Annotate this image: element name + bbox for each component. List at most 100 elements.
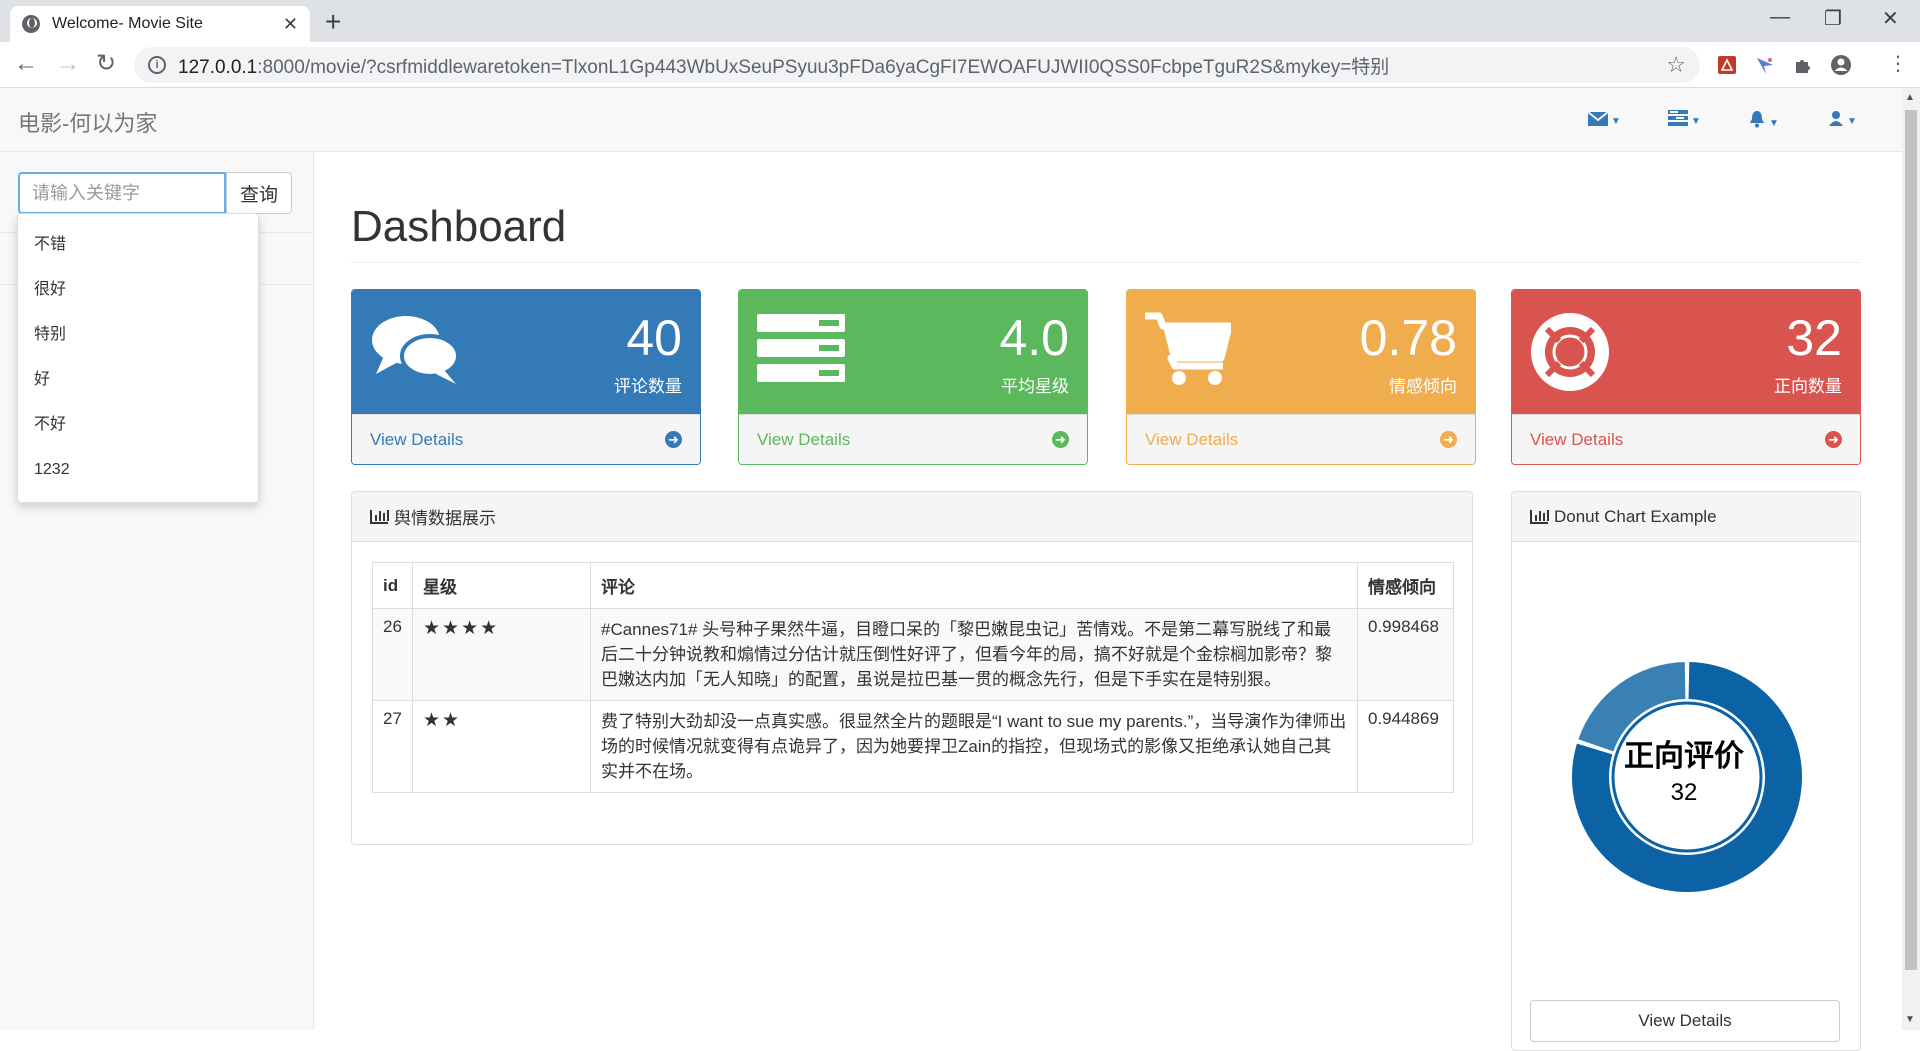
- tasks-icon: [757, 314, 845, 382]
- profile-avatar-icon[interactable]: [1830, 54, 1852, 76]
- stat-panel-footer[interactable]: View Details ➜: [1512, 414, 1860, 464]
- panel-heading: 舆情数据展示: [352, 492, 1472, 542]
- scroll-down-icon[interactable]: ▼: [1905, 1014, 1915, 1025]
- stat-panel-heading: 40 评论数量: [352, 290, 700, 414]
- stat-panel-heading: 4.0 平均星级: [739, 290, 1087, 414]
- top-navbar: 电影-何以为家 ▼ ▼ ▼ ▼: [0, 88, 1902, 152]
- search-input[interactable]: [18, 172, 226, 214]
- search-suggestion-dropdown: 不错 很好 特别 好 不好 1232: [17, 213, 259, 503]
- url-field[interactable]: i 127.0.0.1:8000/movie/?csrfmiddlewareto…: [134, 47, 1700, 83]
- tab-title: Welcome- Movie Site: [52, 15, 203, 32]
- stat-panel-comments: 40 评论数量 View Details ➜: [351, 289, 701, 465]
- forward-arrow-icon[interactable]: →: [56, 50, 80, 78]
- puzzle-icon[interactable]: [1792, 54, 1814, 76]
- column-header-sentiment[interactable]: 情感倾向: [1357, 562, 1454, 609]
- main-content: Dashboard 40 评论数量 View Details ➜ 4.0 平均星…: [315, 152, 1902, 1051]
- new-tab-button[interactable]: +: [325, 8, 341, 36]
- cell-sentiment: 0.944869: [1357, 700, 1454, 793]
- view-details-link[interactable]: View Details: [370, 430, 463, 450]
- comments-icon: [372, 316, 460, 384]
- stat-panel-footer[interactable]: View Details ➜: [739, 414, 1087, 464]
- tab-close-icon[interactable]: ✕: [283, 14, 298, 35]
- reload-icon[interactable]: ↻: [96, 50, 116, 78]
- stat-label: 评论数量: [614, 377, 682, 396]
- column-header-id[interactable]: id: [372, 562, 413, 609]
- suggestion-item[interactable]: 好: [18, 357, 258, 402]
- title-divider: [351, 262, 1861, 263]
- arrow-circle-right-icon[interactable]: ➜: [665, 431, 682, 448]
- cell-stars: ★★: [412, 700, 591, 793]
- suggestion-item[interactable]: 1232: [18, 447, 258, 492]
- stat-panel-footer[interactable]: View Details ➜: [1127, 414, 1475, 464]
- donut-inner-ring: [1611, 701, 1763, 853]
- stat-value: 4.0: [999, 310, 1069, 366]
- suggestion-item[interactable]: 特别: [18, 312, 258, 357]
- site-info-icon[interactable]: i: [148, 56, 166, 74]
- cell-id: 27: [372, 700, 413, 793]
- browser-menu-icon[interactable]: ⋮: [1888, 50, 1908, 78]
- donut-center-value: 32: [1671, 779, 1698, 806]
- panel-title: Donut Chart Example: [1554, 506, 1717, 526]
- stat-panel-rating: 4.0 平均星级 View Details ➜: [738, 289, 1088, 465]
- column-header-rating[interactable]: 星级: [412, 562, 591, 609]
- shopping-cart-icon: [1145, 312, 1231, 385]
- panel-heading: Donut Chart Example: [1512, 492, 1860, 542]
- address-bar: ← → ↻ i 127.0.0.1:8000/movie/?csrfmiddle…: [0, 42, 1920, 88]
- donut-slice-1[interactable]: [1578, 662, 1686, 752]
- bookmark-star-icon[interactable]: ☆: [1666, 52, 1686, 78]
- cell-comment: 费了特别大劲却没一点真实感。很显然全片的题眼是“I want to sue my…: [590, 700, 1358, 793]
- table-row: 27 ★★ 费了特别大劲却没一点真实感。很显然全片的题眼是“I want to …: [372, 700, 1454, 793]
- stat-value: 40: [626, 310, 682, 366]
- donut-view-details-button[interactable]: View Details: [1530, 1000, 1840, 1042]
- donut-chart-panel: Donut Chart Example 正向评价 32 View Details: [1511, 491, 1861, 1051]
- arrow-circle-right-icon[interactable]: ➜: [1052, 431, 1069, 448]
- sentiment-table: id 星级 评论 情感倾向 26 ★★★★ #Cannes71# 头号种子果然牛…: [372, 562, 1454, 793]
- bell-icon[interactable]: ▼: [1748, 110, 1779, 133]
- window-close-button[interactable]: ✕: [1882, 6, 1899, 31]
- sentiment-table-panel: 舆情数据展示 id 星级 评论 情感倾向 26 ★★★★ #Cannes71# …: [351, 491, 1473, 845]
- stat-value: 0.78: [1359, 310, 1457, 366]
- cell-id: 26: [372, 608, 413, 701]
- stat-panel-positive: 32 正向数量 View Details ➜: [1511, 289, 1861, 465]
- suggestion-item[interactable]: 不错: [18, 222, 258, 267]
- view-details-link[interactable]: View Details: [1530, 430, 1623, 450]
- table-row: 26 ★★★★ #Cannes71# 头号种子果然牛逼，目瞪口呆的「黎巴嫩昆虫记…: [372, 608, 1454, 701]
- arrow-circle-right-icon[interactable]: ➜: [1825, 431, 1842, 448]
- scroll-up-icon[interactable]: ▲: [1905, 92, 1915, 103]
- pdf-extension-icon[interactable]: [1716, 54, 1738, 76]
- globe-icon: [22, 15, 40, 33]
- suggestion-item[interactable]: 不好: [18, 402, 258, 447]
- view-details-link[interactable]: View Details: [757, 430, 850, 450]
- maximize-button[interactable]: ❐: [1824, 6, 1842, 31]
- back-arrow-icon[interactable]: ←: [14, 50, 38, 78]
- life-ring-icon: [1531, 313, 1609, 391]
- stat-value: 32: [1786, 310, 1842, 366]
- stat-label: 正向数量: [1774, 377, 1842, 396]
- cell-stars: ★★★★: [412, 608, 591, 701]
- extension-icon[interactable]: [1754, 54, 1776, 76]
- minimize-button[interactable]: —: [1770, 6, 1790, 29]
- envelope-icon[interactable]: ▼: [1587, 110, 1621, 131]
- arrow-circle-right-icon[interactable]: ➜: [1440, 431, 1457, 448]
- stat-panel-sentiment: 0.78 情感倾向 View Details ➜: [1126, 289, 1476, 465]
- browser-tab[interactable]: Welcome- Movie Site ✕: [10, 6, 310, 42]
- star-rating-icons: ★★: [423, 710, 462, 731]
- suggestion-item[interactable]: 很好: [18, 267, 258, 312]
- user-icon[interactable]: ▼: [1828, 110, 1857, 131]
- panel-title: 舆情数据展示: [394, 509, 496, 528]
- view-details-link[interactable]: View Details: [1145, 430, 1238, 450]
- tasks-icon[interactable]: ▼: [1668, 110, 1701, 131]
- donut-chart[interactable]: 正向评价 32: [1512, 592, 1861, 922]
- brand-title[interactable]: 电影-何以为家: [18, 106, 157, 138]
- cell-comment: #Cannes71# 头号种子果然牛逼，目瞪口呆的「黎巴嫩昆虫记」苦情戏。不是第…: [590, 608, 1358, 701]
- stat-label: 平均星级: [1001, 377, 1069, 396]
- scrollbar-thumb[interactable]: [1905, 110, 1917, 970]
- bar-chart-icon: [1530, 509, 1549, 524]
- stat-panel-footer[interactable]: View Details ➜: [352, 414, 700, 464]
- search-button[interactable]: 查询: [226, 172, 292, 214]
- url-text[interactable]: 127.0.0.1:8000/movie/?csrfmiddlewaretoke…: [178, 52, 1666, 79]
- column-header-comment[interactable]: 评论: [590, 562, 1358, 609]
- stat-label: 情感倾向: [1389, 377, 1457, 396]
- star-rating-icons: ★★★★: [423, 618, 500, 639]
- browser-tab-bar: Welcome- Movie Site ✕ + — ❐ ✕: [0, 0, 1920, 42]
